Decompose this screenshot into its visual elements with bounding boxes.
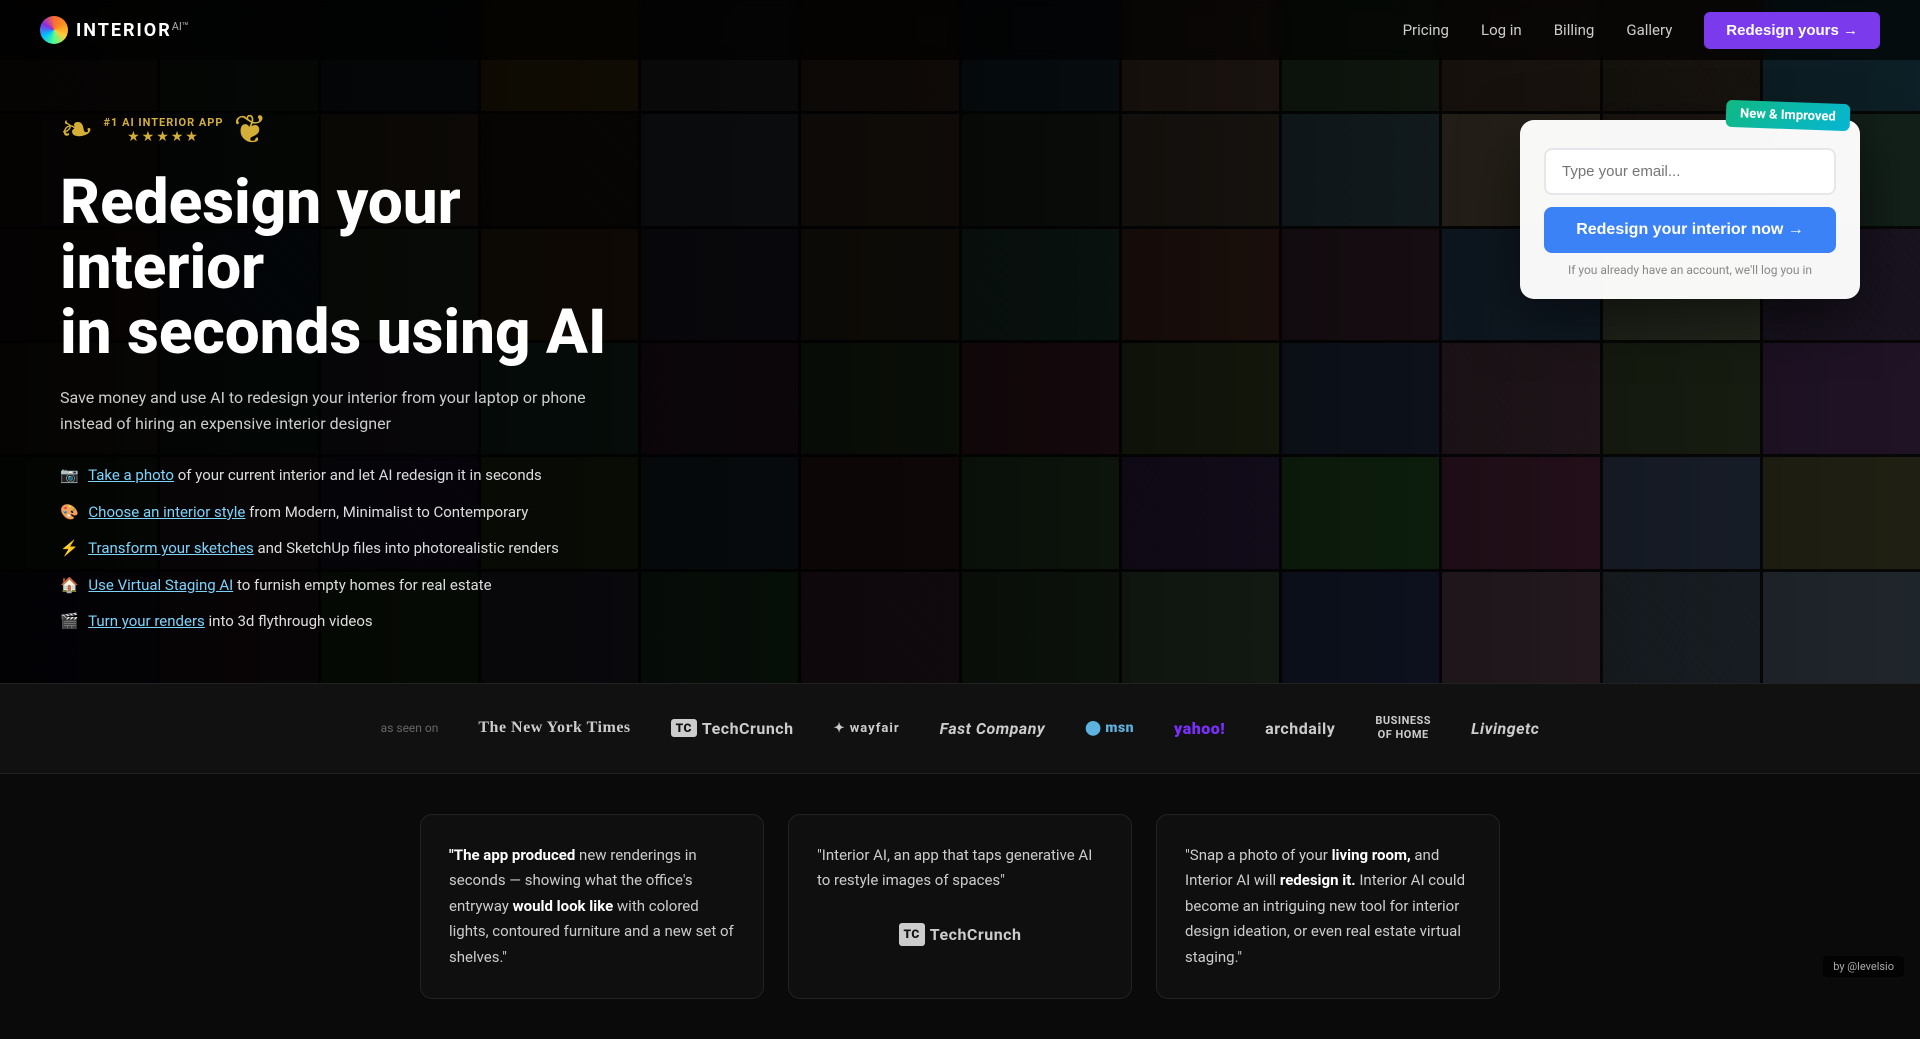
techcrunch-logo: TC TechCrunch: [899, 922, 1022, 948]
virtual-staging-link[interactable]: Use Virtual Staging AI: [88, 576, 233, 594]
login-hint-text: If you already have an account, we'll lo…: [1544, 263, 1836, 277]
testimonials-section: "The app produced new renderings in seco…: [360, 774, 1560, 1039]
testimonial-quote-1: "The app produced new renderings in seco…: [449, 843, 735, 971]
take-photo-link[interactable]: Take a photo: [88, 466, 174, 484]
choose-style-link[interactable]: Choose an interior style: [88, 503, 245, 521]
feature-item-staging: 🏠 Use Virtual Staging AI to furnish empt…: [60, 574, 680, 597]
transform-sketches-link[interactable]: Transform your sketches: [88, 539, 254, 557]
logo-text: INTERIORAI™: [76, 20, 189, 41]
tc-source-icon: TC: [899, 923, 925, 946]
press-logo-nyt: The New York Times: [478, 719, 630, 737]
palette-emoji: 🎨: [60, 503, 79, 521]
film-emoji: 🎬: [60, 612, 79, 630]
award-badge: ❧ #1 AI Interior App ★★★★★ ❦: [60, 110, 680, 150]
testimonial-quote-2: "Interior AI, an app that taps generativ…: [817, 843, 1103, 894]
feature-item-style: 🎨 Choose an interior style from Modern, …: [60, 501, 680, 524]
nav-link-pricing[interactable]: Pricing: [1403, 21, 1449, 39]
testimonial-card-3: "Snap a photo of your living room, and I…: [1156, 814, 1500, 1000]
feature-item-renders: 🎬 Turn your renders into 3d flythrough v…: [60, 610, 680, 633]
press-label: as seen on: [381, 721, 439, 735]
hero-right-panel: New & Improved Redesign your interior no…: [1520, 120, 1860, 299]
feature-item-photo: 📷 Take a photo of your current interior …: [60, 464, 680, 487]
lightning-emoji: ⚡: [60, 539, 79, 557]
hero-content: ❧ #1 AI Interior App ★★★★★ ❦ Redesign yo…: [0, 60, 1920, 683]
laurel-left-icon: ❧: [60, 110, 94, 150]
tc-icon: TC: [671, 719, 697, 737]
laurel-right-icon: ❦: [233, 110, 267, 150]
logo[interactable]: INTERIORAI™: [40, 16, 189, 44]
testimonial-quote-3: "Snap a photo of your living room, and I…: [1185, 843, 1471, 971]
signup-card: Redesign your interior now → If you alre…: [1520, 120, 1860, 299]
nav-cta-button[interactable]: Redesign yours →: [1704, 12, 1880, 49]
levelsio-badge: by @levelsio: [1823, 956, 1904, 977]
press-logo-livingetc: Livingetc: [1471, 719, 1539, 738]
press-logo-msn: ⬤msn: [1085, 720, 1134, 736]
testimonial-card-1: "The app produced new renderings in seco…: [420, 814, 764, 1000]
nav-link-billing[interactable]: Billing: [1554, 21, 1595, 39]
press-logo-yahoo: yahoo!: [1174, 719, 1225, 738]
press-logo-businessofhome: BUSINESSOF HOME: [1375, 714, 1431, 743]
press-logo-wayfair: ✦ wayfair: [834, 721, 900, 736]
testimonial-source-2: TC TechCrunch: [817, 910, 1103, 948]
award-title: #1 AI Interior App: [104, 116, 224, 129]
camera-emoji: 📷: [60, 466, 79, 484]
turn-renders-link[interactable]: Turn your renders: [88, 612, 205, 630]
logo-icon: [40, 16, 68, 44]
feature-list: 📷 Take a photo of your current interior …: [60, 464, 680, 633]
hero-section: ❧ #1 AI Interior App ★★★★★ ❦ Redesign yo…: [0, 0, 1920, 683]
email-input[interactable]: [1544, 148, 1836, 195]
press-section: as seen on The New York Times TC TechCru…: [0, 683, 1920, 774]
navbar: INTERIORAI™ Pricing Log in Billing Galle…: [0, 0, 1920, 60]
nav-links: Pricing Log in Billing Gallery Redesign …: [1403, 12, 1880, 49]
nav-link-gallery[interactable]: Gallery: [1626, 21, 1672, 39]
hero-left-panel: ❧ #1 AI Interior App ★★★★★ ❦ Redesign yo…: [60, 110, 680, 633]
award-stars: ★★★★★: [104, 129, 224, 145]
hero-subtext: Save money and use AI to redesign your i…: [60, 385, 620, 436]
hero-headline: Redesign your interior in seconds using …: [60, 170, 680, 365]
nav-link-login[interactable]: Log in: [1481, 21, 1522, 39]
testimonial-card-2: "Interior AI, an app that taps generativ…: [788, 814, 1132, 1000]
press-logo-archdaily: archdaily: [1265, 719, 1335, 738]
new-improved-badge: New & Improved: [1726, 100, 1851, 131]
house-emoji: 🏠: [60, 576, 79, 594]
press-logo-fastcompany: Fast Company: [940, 719, 1046, 738]
feature-item-sketches: ⚡ Transform your sketches and SketchUp f…: [60, 537, 680, 560]
press-logo-techcrunch: TC TechCrunch: [671, 719, 794, 738]
redesign-cta-button[interactable]: Redesign your interior now →: [1544, 207, 1836, 253]
award-text: #1 AI Interior App ★★★★★: [104, 116, 224, 145]
